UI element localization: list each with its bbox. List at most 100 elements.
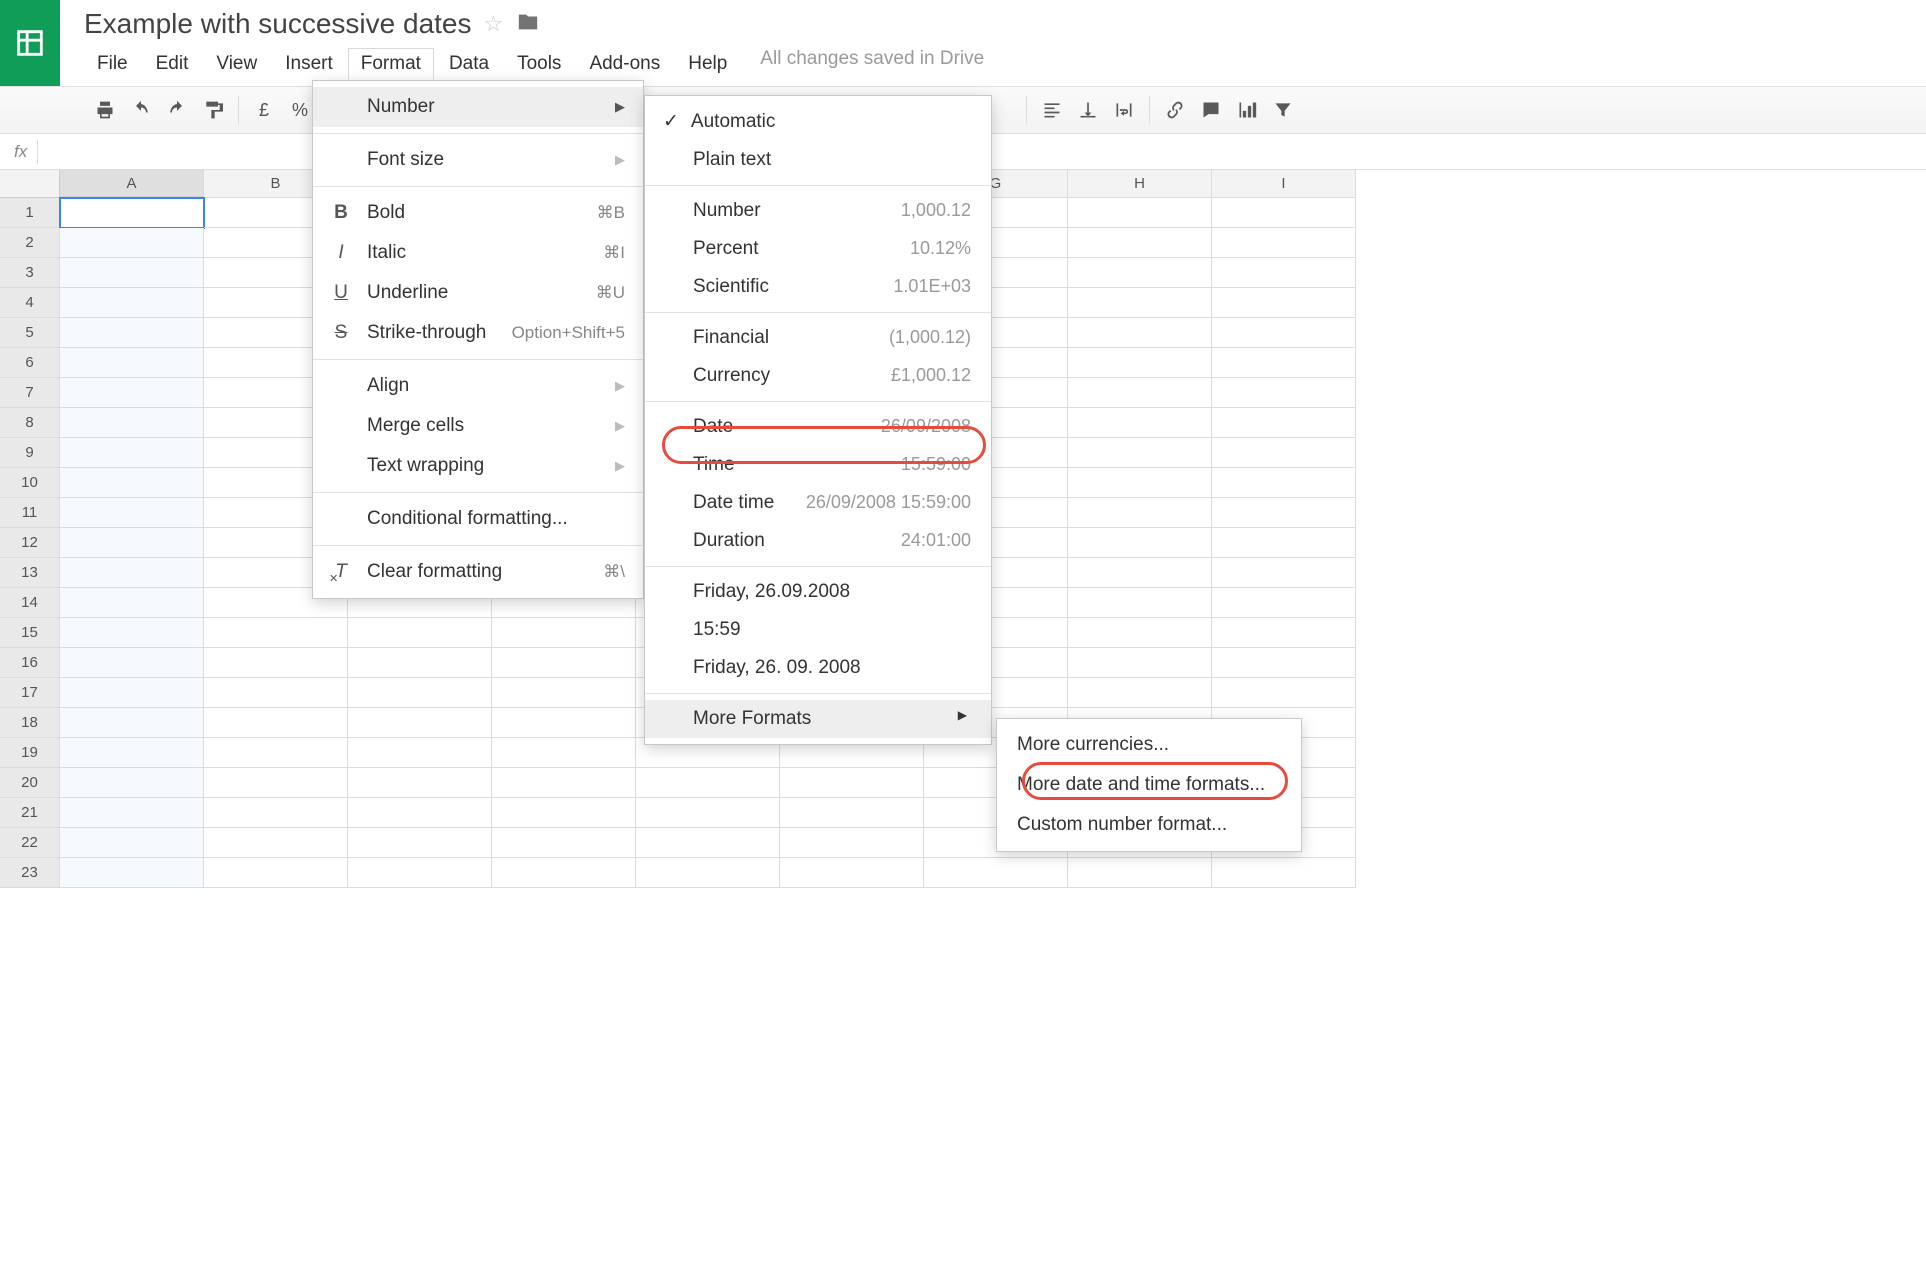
cell[interactable] <box>60 318 204 348</box>
app-logo[interactable] <box>0 0 60 86</box>
cell[interactable] <box>60 438 204 468</box>
num-datetime[interactable]: Date time26/09/2008 15:59:00 <box>645 484 991 522</box>
cell[interactable] <box>780 798 924 828</box>
cell[interactable] <box>1068 408 1212 438</box>
cell[interactable] <box>1068 228 1212 258</box>
cell[interactable] <box>348 768 492 798</box>
num-custom3[interactable]: Friday, 26. 09. 2008 <box>645 649 991 687</box>
row-header[interactable]: 1 <box>0 198 60 228</box>
format-wrap[interactable]: Text wrapping▶ <box>313 446 643 486</box>
cell[interactable] <box>60 378 204 408</box>
cell[interactable] <box>780 858 924 888</box>
num-currency[interactable]: Currency£1,000.12 <box>645 357 991 395</box>
cell[interactable] <box>1212 318 1356 348</box>
cell[interactable] <box>1212 288 1356 318</box>
more-custom[interactable]: Custom number format... <box>997 805 1301 845</box>
cell[interactable] <box>348 738 492 768</box>
cell[interactable] <box>204 828 348 858</box>
col-header[interactable]: A <box>60 170 204 198</box>
cell[interactable] <box>492 798 636 828</box>
menu-edit[interactable]: Edit <box>143 48 202 80</box>
cell[interactable] <box>204 708 348 738</box>
cell[interactable] <box>1212 438 1356 468</box>
cell[interactable] <box>1212 648 1356 678</box>
menu-help[interactable]: Help <box>675 48 740 80</box>
row-header[interactable]: 9 <box>0 438 60 468</box>
cell[interactable] <box>1212 198 1356 228</box>
cell[interactable] <box>780 768 924 798</box>
row-header[interactable]: 6 <box>0 348 60 378</box>
cell[interactable] <box>492 738 636 768</box>
menu-format[interactable]: Format <box>348 48 434 80</box>
cell[interactable] <box>1068 678 1212 708</box>
row-header[interactable]: 13 <box>0 558 60 588</box>
cell[interactable] <box>492 858 636 888</box>
cell[interactable] <box>204 648 348 678</box>
cell[interactable] <box>1212 228 1356 258</box>
cell[interactable] <box>1068 648 1212 678</box>
undo-icon[interactable] <box>130 99 152 121</box>
menu-addons[interactable]: Add-ons <box>576 48 673 80</box>
row-header[interactable]: 16 <box>0 648 60 678</box>
cell[interactable] <box>1212 258 1356 288</box>
cell[interactable] <box>1068 498 1212 528</box>
cell[interactable] <box>636 768 780 798</box>
cell[interactable] <box>1212 558 1356 588</box>
folder-icon[interactable] <box>515 11 541 38</box>
star-icon[interactable]: ☆ <box>484 11 504 37</box>
row-header[interactable]: 10 <box>0 468 60 498</box>
num-percent[interactable]: Percent10.12% <box>645 230 991 268</box>
more-datetime[interactable]: More date and time formats... <box>997 765 1301 805</box>
num-time[interactable]: Time15:59:00 <box>645 446 991 484</box>
cell[interactable] <box>60 498 204 528</box>
format-strike[interactable]: SStrike-throughOption+Shift+5 <box>313 313 643 353</box>
paint-format-icon[interactable] <box>202 99 224 121</box>
num-automatic[interactable]: ✓Automatic <box>645 102 991 141</box>
redo-icon[interactable] <box>166 99 188 121</box>
cell[interactable] <box>1068 318 1212 348</box>
cell[interactable] <box>1212 588 1356 618</box>
row-header[interactable]: 22 <box>0 828 60 858</box>
cell[interactable] <box>1212 468 1356 498</box>
cell[interactable] <box>1212 528 1356 558</box>
format-font-size[interactable]: Font size▶ <box>313 140 643 180</box>
cell[interactable] <box>492 708 636 738</box>
format-clear[interactable]: T✕Clear formatting⌘\ <box>313 552 643 592</box>
cell[interactable] <box>60 258 204 288</box>
currency-button[interactable]: £ <box>253 99 275 121</box>
row-header[interactable]: 14 <box>0 588 60 618</box>
wrap-button[interactable] <box>1113 99 1135 121</box>
num-number[interactable]: Number1,000.12 <box>645 192 991 230</box>
cell[interactable] <box>348 708 492 738</box>
cell[interactable] <box>204 678 348 708</box>
row-header[interactable]: 17 <box>0 678 60 708</box>
more-currencies[interactable]: More currencies... <box>997 725 1301 765</box>
link-icon[interactable] <box>1164 99 1186 121</box>
cell[interactable] <box>60 768 204 798</box>
chart-icon[interactable] <box>1236 99 1258 121</box>
num-financial[interactable]: Financial(1,000.12) <box>645 319 991 357</box>
align-button[interactable] <box>1041 99 1063 121</box>
cell[interactable] <box>348 798 492 828</box>
cell[interactable] <box>492 768 636 798</box>
cell[interactable] <box>1212 678 1356 708</box>
row-header[interactable]: 2 <box>0 228 60 258</box>
cell[interactable] <box>60 738 204 768</box>
format-number[interactable]: Number▶ <box>313 87 643 127</box>
cell[interactable] <box>60 198 204 228</box>
cell[interactable] <box>1068 588 1212 618</box>
cell[interactable] <box>60 618 204 648</box>
num-more-formats[interactable]: More Formats▶ <box>645 700 991 738</box>
row-header[interactable]: 7 <box>0 378 60 408</box>
cell[interactable] <box>60 588 204 618</box>
cell[interactable] <box>492 648 636 678</box>
menu-tools[interactable]: Tools <box>504 48 574 80</box>
comment-icon[interactable] <box>1200 99 1222 121</box>
num-date[interactable]: Date26/09/2008 <box>645 408 991 446</box>
cell[interactable] <box>60 408 204 438</box>
cell[interactable] <box>492 678 636 708</box>
cell[interactable] <box>204 858 348 888</box>
cell[interactable] <box>1212 618 1356 648</box>
row-header[interactable]: 4 <box>0 288 60 318</box>
cell[interactable] <box>924 858 1068 888</box>
